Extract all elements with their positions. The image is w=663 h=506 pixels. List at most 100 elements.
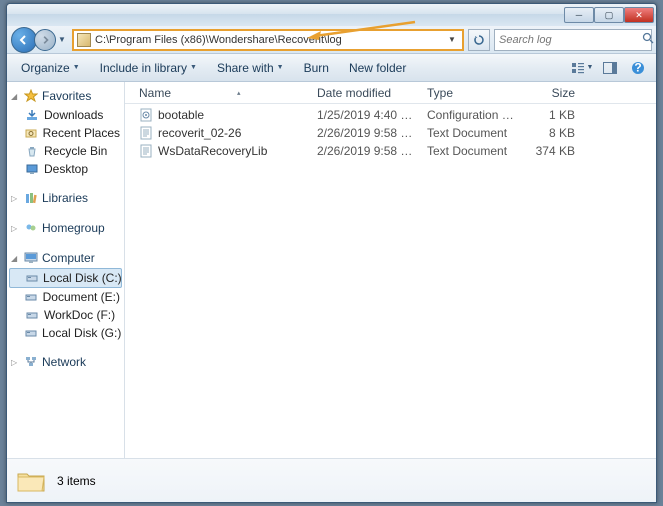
address-bar[interactable]: ▼ [72,29,464,51]
sidebar-item-disk-f[interactable]: WorkDoc (F:) [7,306,124,324]
forward-button[interactable] [34,29,56,51]
arrow-left-icon [18,34,30,46]
column-type[interactable]: Type [421,86,521,100]
file-date: 2/26/2019 9:58 PM [311,144,421,158]
favorites-group: ◢ Favorites Downloads Recent Places Recy… [7,86,124,178]
include-library-button[interactable]: Include in library▼ [92,58,205,78]
search-icon[interactable] [642,32,654,47]
expand-icon: ▷ [11,224,20,233]
file-size: 1 KB [521,108,581,122]
maximize-button[interactable]: ▢ [594,7,624,23]
titlebar: ─ ▢ ✕ [7,4,656,26]
arrow-right-icon [40,35,50,45]
sidebar-item-disk-g[interactable]: Local Disk (G:) [7,324,124,342]
disk-icon [26,271,38,285]
burn-button[interactable]: Burn [296,58,337,78]
favorites-header[interactable]: ◢ Favorites [7,86,124,106]
desktop-icon [25,162,39,176]
collapse-icon: ◢ [11,92,20,101]
organize-button[interactable]: Organize▼ [13,58,88,78]
sidebar-item-downloads[interactable]: Downloads [7,106,124,124]
help-button[interactable]: ? [626,57,650,79]
file-row[interactable]: bootable 1/25/2019 4:40 PMConfiguration s… [125,106,656,124]
file-size: 374 KB [521,144,581,158]
item-count: 3 items [57,474,96,488]
download-icon [25,108,39,122]
nav-history-dropdown[interactable]: ▼ [56,31,68,49]
refresh-icon [473,34,485,46]
favorites-label: Favorites [42,89,91,103]
folder-icon [77,33,91,47]
folder-large-icon [15,465,47,497]
disk-icon [25,290,38,304]
file-rows: bootable 1/25/2019 4:40 PMConfiguration s… [125,104,656,458]
network-icon [24,355,38,369]
file-type: Configuration sett... [421,108,521,122]
disk-icon [25,308,39,322]
toolbar: Organize▼ Include in library▼ Share with… [7,54,656,82]
body: ◢ Favorites Downloads Recent Places Recy… [7,82,656,458]
chevron-down-icon: ▼ [277,64,284,71]
file-icon [139,108,153,122]
sidebar-item-disk-c[interactable]: Local Disk (C:) [9,268,122,288]
libraries-icon [24,191,38,205]
help-icon: ? [631,61,645,75]
file-date: 2/26/2019 9:58 PM [311,126,421,140]
new-folder-button[interactable]: New folder [341,58,414,78]
column-name[interactable]: Name▴ [133,86,311,100]
minimize-button[interactable]: ─ [564,7,594,23]
computer-group: ◢ Computer Local Disk (C:) Document (E:)… [7,248,124,342]
chevron-down-icon: ▼ [190,64,197,71]
preview-pane-button[interactable] [598,57,622,79]
status-bar: 3 items [7,458,656,502]
address-row: ▼ ▼ [7,26,656,54]
recycle-icon [25,144,39,158]
sidebar-item-recycle[interactable]: Recycle Bin [7,142,124,160]
nav-buttons: ▼ [11,27,68,53]
column-headers: Name▴ Date modified Type Size [125,82,656,104]
file-type: Text Document [421,144,521,158]
navigation-pane: ◢ Favorites Downloads Recent Places Recy… [7,82,125,458]
column-date[interactable]: Date modified [311,86,421,100]
share-with-button[interactable]: Share with▼ [209,58,292,78]
file-name: recoverit_02-26 [158,126,241,140]
recent-icon [25,126,38,140]
file-date: 1/25/2019 4:40 PM [311,108,421,122]
computer-header[interactable]: ◢ Computer [7,248,124,268]
address-input[interactable] [91,34,445,46]
star-icon [24,89,38,103]
preview-pane-icon [603,62,617,74]
search-input[interactable] [499,34,642,46]
sort-asc-icon: ▴ [237,89,241,97]
close-button[interactable]: ✕ [624,7,654,23]
computer-icon [24,251,38,265]
explorer-window: ─ ▢ ✕ ▼ ▼ [6,3,657,503]
address-dropdown[interactable]: ▼ [445,35,459,44]
column-size[interactable]: Size [521,86,581,100]
file-row[interactable]: WsDataRecoveryLib 2/26/2019 9:58 PMText D… [125,142,656,160]
expand-icon: ▷ [11,194,20,203]
sidebar-item-disk-e[interactable]: Document (E:) [7,288,124,306]
disk-icon [25,326,37,340]
file-name: bootable [158,108,204,122]
expand-icon: ▷ [11,358,20,367]
libraries-header[interactable]: ▷ Libraries [7,188,124,208]
search-box[interactable] [494,29,652,51]
sidebar-item-desktop[interactable]: Desktop [7,160,124,178]
sidebar-item-recent[interactable]: Recent Places [7,124,124,142]
homegroup-header[interactable]: ▷ Homegroup [7,218,124,238]
file-name: WsDataRecoveryLib [158,144,267,158]
file-size: 8 KB [521,126,581,140]
chevron-down-icon: ▼ [73,64,80,71]
file-row[interactable]: recoverit_02-26 2/26/2019 9:58 PMText Doc… [125,124,656,142]
collapse-icon: ◢ [11,254,20,263]
file-icon [139,144,153,158]
homegroup-icon [24,221,38,235]
view-button[interactable]: ▼ [570,57,594,79]
file-type: Text Document [421,126,521,140]
network-header[interactable]: ▷ Network [7,352,124,372]
file-icon [139,126,153,140]
view-icon [571,61,585,75]
svg-text:?: ? [634,61,641,75]
refresh-button[interactable] [468,29,490,51]
